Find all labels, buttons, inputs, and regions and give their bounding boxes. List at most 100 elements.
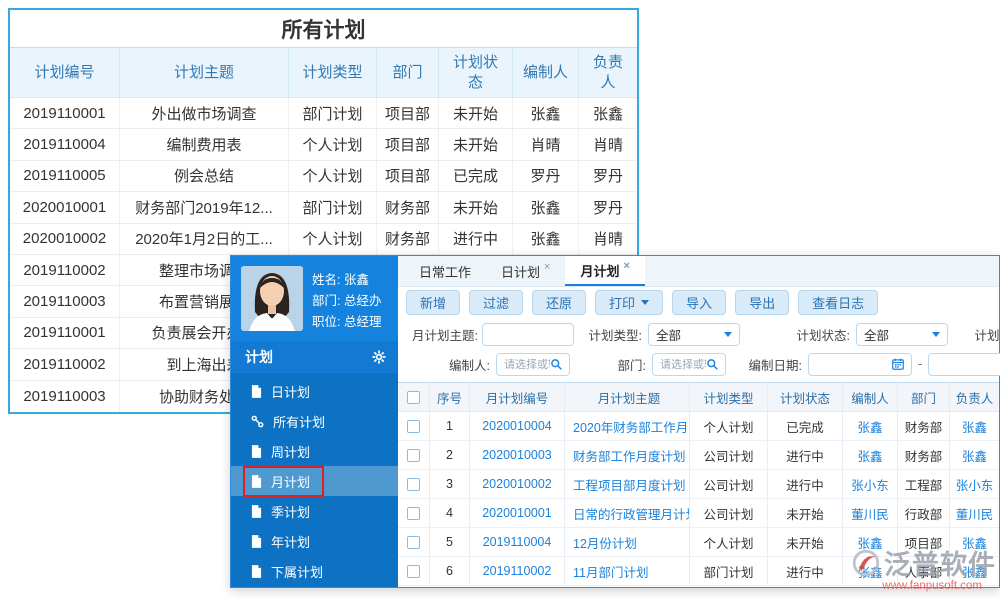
owner-link[interactable]: 张鑫 bbox=[950, 557, 999, 585]
owner-link[interactable]: 张鑫 bbox=[950, 528, 999, 556]
gear-icon[interactable] bbox=[372, 350, 386, 364]
table-row[interactable]: 2 2020010003 财务部工作月度计划 公司计划 进行中 张鑫 财务部 张… bbox=[398, 441, 999, 470]
table-header-row: 序号 月计划编号 月计划主题 计划类型 计划状态 编制人 部门 负责人 bbox=[398, 383, 999, 412]
table-row[interactable]: 2020010001 财务部门2019年12... 部门计划 财务部 未开始 张… bbox=[10, 192, 637, 223]
cell: 个人计划 bbox=[289, 161, 377, 191]
plan-number-link[interactable]: 2020010003 bbox=[470, 441, 565, 469]
export-button[interactable]: 导出 bbox=[735, 290, 789, 315]
tab-day-plan[interactable]: 日计划 × bbox=[486, 256, 565, 286]
sidebar-item-day-plan[interactable]: 日计划 bbox=[231, 376, 398, 406]
print-button[interactable]: 打印 bbox=[595, 290, 663, 315]
cell: 3 bbox=[430, 470, 470, 498]
plan-subject-link[interactable]: 工程项目部月度计划 bbox=[565, 470, 690, 498]
plan-subject-link[interactable]: 11月部门计划 bbox=[565, 557, 690, 585]
cell: 未开始 bbox=[439, 98, 513, 128]
user-info: 姓名: 张鑫 部门: 总经办 职位: 总经理 bbox=[312, 266, 381, 333]
sidebar-item-label: 所有计划 bbox=[273, 412, 325, 431]
table-row[interactable]: 2020010002 2020年1月2日的工... 个人计划 财务部 进行中 张… bbox=[10, 224, 637, 255]
type-filter-select[interactable]: 全部 bbox=[648, 323, 740, 346]
search-icon[interactable] bbox=[550, 358, 562, 370]
calendar-icon[interactable] bbox=[892, 358, 904, 370]
sidebar-item-week-plan[interactable]: 周计划 bbox=[231, 436, 398, 466]
owner-link[interactable]: 张鑫 bbox=[950, 412, 999, 440]
table-row[interactable]: 2019110005 例会总结 个人计划 项目部 已完成 罗丹 罗丹 bbox=[10, 161, 637, 192]
creator-link[interactable]: 张鑫 bbox=[843, 528, 898, 556]
creator-filter-input[interactable]: 请选择或输入 bbox=[496, 353, 570, 376]
plan-number-link[interactable]: 2020010004 bbox=[470, 412, 565, 440]
create-date-from-input[interactable] bbox=[808, 353, 912, 376]
plan-number-link[interactable]: 2020010001 bbox=[470, 499, 565, 527]
sidebar-item-year-plan[interactable]: 年计划 bbox=[231, 526, 398, 556]
owner-link[interactable]: 张小东 bbox=[950, 470, 999, 498]
sidebar-item-quarter-plan[interactable]: 季计划 bbox=[231, 496, 398, 526]
month-plan-window: 姓名: 张鑫 部门: 总经办 职位: 总经理 计划 bbox=[230, 255, 1000, 588]
plan-subject-link[interactable]: 日常的行政管理月计划 bbox=[565, 499, 690, 527]
filter-button[interactable]: 过滤 bbox=[469, 290, 523, 315]
column-header: 序号 bbox=[430, 383, 470, 411]
creator-link[interactable]: 张鑫 bbox=[843, 412, 898, 440]
avatar-photo-graphic bbox=[241, 266, 303, 331]
main-content: 日常工作 日计划 × 月计划 × 新增 过滤 还原 打印 bbox=[398, 256, 999, 587]
status-cell: 已完成 bbox=[768, 412, 843, 440]
column-header: 计划状态 bbox=[768, 383, 843, 411]
filter-row: 编制人: 请选择或输入 部门: 请选择或输入 bbox=[402, 349, 995, 379]
sidebar-item-month-plan[interactable]: 月计划 bbox=[231, 466, 398, 496]
creator-link[interactable]: 张小东 bbox=[843, 470, 898, 498]
plan-number-link[interactable]: 2019110004 bbox=[470, 528, 565, 556]
sidebar-item-all-plans[interactable]: 所有计划 bbox=[231, 406, 398, 436]
table-row[interactable]: 2019110004 编制费用表 个人计划 项目部 未开始 肖晴 肖晴 bbox=[10, 129, 637, 160]
plan-subject-link[interactable]: 财务部工作月度计划 bbox=[565, 441, 690, 469]
view-log-button[interactable]: 查看日志 bbox=[798, 290, 878, 315]
cell: 2020010001 bbox=[10, 192, 120, 222]
close-icon[interactable]: × bbox=[544, 261, 550, 273]
cell: 2019110002 bbox=[10, 349, 120, 379]
avatar bbox=[241, 266, 303, 331]
reset-button[interactable]: 还原 bbox=[532, 290, 586, 315]
create-date-to-input[interactable] bbox=[928, 353, 1000, 376]
row-checkbox[interactable] bbox=[407, 478, 420, 491]
owner-link[interactable]: 张鑫 bbox=[950, 441, 999, 469]
close-icon[interactable]: × bbox=[623, 260, 629, 272]
cell: 财务部 bbox=[377, 192, 439, 222]
status-filter-select[interactable]: 全部 bbox=[856, 323, 948, 346]
table-row[interactable]: 3 2020010002 工程项目部月度计划 公司计划 进行中 张小东 工程部 … bbox=[398, 470, 999, 499]
dept-filter-input[interactable]: 请选择或输入 bbox=[652, 353, 726, 376]
owner-link[interactable]: 董川民 bbox=[950, 499, 999, 527]
row-checkbox[interactable] bbox=[407, 565, 420, 578]
sidebar-section-plan[interactable]: 计划 bbox=[231, 341, 398, 373]
table-row[interactable]: 6 2019110002 11月部门计划 部门计划 进行中 张鑫 人事部 张鑫 bbox=[398, 557, 999, 586]
creator-link[interactable]: 张鑫 bbox=[843, 557, 898, 585]
table-row[interactable]: 2019110001 外出做市场调查 部门计划 项目部 未开始 张鑫 张鑫 bbox=[10, 98, 637, 129]
row-checkbox[interactable] bbox=[407, 449, 420, 462]
creator-link[interactable]: 张鑫 bbox=[843, 441, 898, 469]
table-row[interactable]: 4 2020010001 日常的行政管理月计划 公司计划 未开始 董川民 行政部… bbox=[398, 499, 999, 528]
subject-filter-input[interactable] bbox=[482, 323, 574, 346]
row-checkbox[interactable] bbox=[407, 536, 420, 549]
cell: 编制费用表 bbox=[120, 129, 289, 159]
status-cell: 未开始 bbox=[768, 499, 843, 527]
import-button[interactable]: 导入 bbox=[672, 290, 726, 315]
tab-daily-work[interactable]: 日常工作 bbox=[404, 256, 486, 286]
type-filter-value: 全部 bbox=[656, 325, 724, 344]
plan-subject-link[interactable]: 2020年财务部工作月... bbox=[565, 412, 690, 440]
search-icon[interactable] bbox=[706, 358, 718, 370]
row-checkbox[interactable] bbox=[407, 420, 420, 433]
select-all-checkbox[interactable] bbox=[407, 391, 420, 404]
cell: 财务部 bbox=[898, 412, 950, 440]
plan-number-link[interactable]: 2019110002 bbox=[470, 557, 565, 585]
chevron-down-icon bbox=[932, 332, 940, 337]
cell: 项目部 bbox=[377, 129, 439, 159]
sidebar-item-subordinate-plan[interactable]: 下属计划 bbox=[231, 556, 398, 586]
file-icon bbox=[251, 385, 262, 398]
table-row[interactable]: 5 2019110004 12月份计划 个人计划 未开始 张鑫 项目部 张鑫 bbox=[398, 528, 999, 557]
creator-link[interactable]: 董川民 bbox=[843, 499, 898, 527]
table-row[interactable]: 1 2020010004 2020年财务部工作月... 个人计划 已完成 张鑫 … bbox=[398, 412, 999, 441]
row-checkbox[interactable] bbox=[407, 507, 420, 520]
plan-subject-link[interactable]: 12月份计划 bbox=[565, 528, 690, 556]
column-header: 编制人 bbox=[843, 383, 898, 411]
tab-month-plan[interactable]: 月计划 × bbox=[565, 256, 644, 286]
plan-number-link[interactable]: 2020010002 bbox=[470, 470, 565, 498]
status-cell: 未开始 bbox=[768, 528, 843, 556]
add-button[interactable]: 新增 bbox=[406, 290, 460, 315]
cell: 2019110001 bbox=[10, 318, 120, 348]
